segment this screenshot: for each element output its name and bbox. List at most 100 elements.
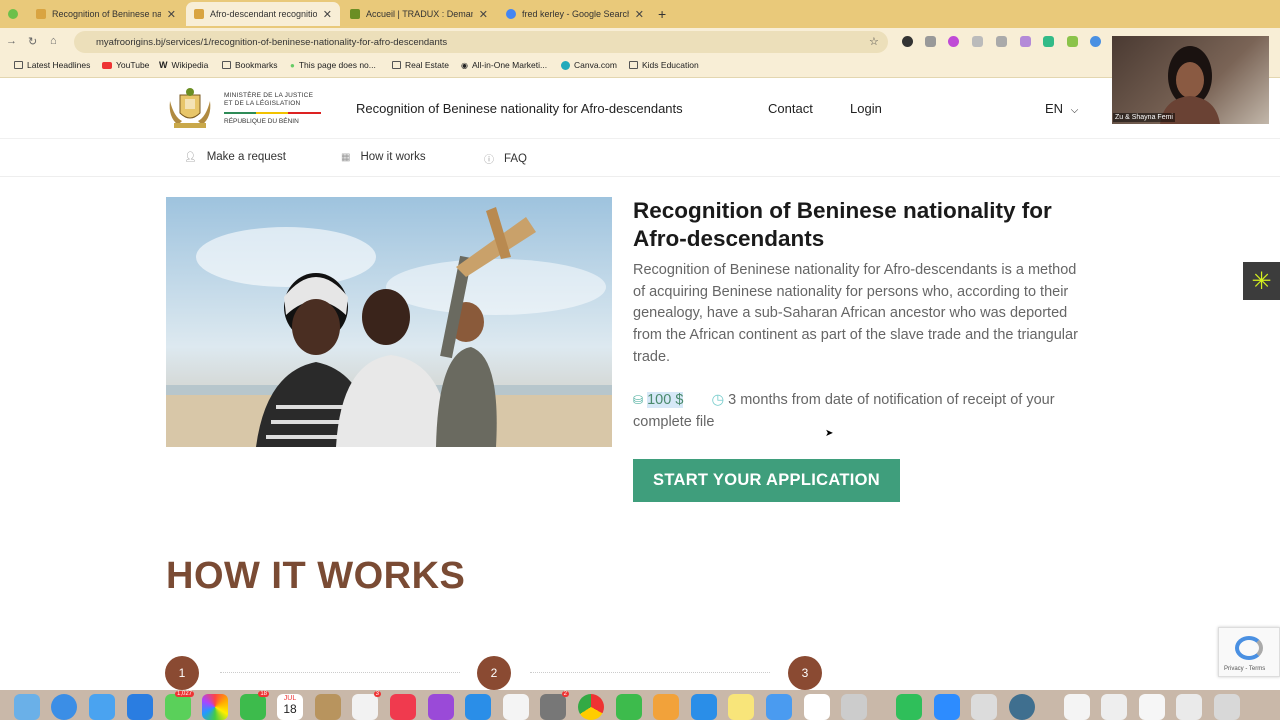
music-icon[interactable] (390, 694, 416, 720)
tab-label: fred kerley - Google Search (522, 9, 629, 19)
subnav-make-request[interactable]: 👤︎ Make a request (184, 151, 286, 163)
keynote-icon[interactable] (465, 694, 491, 720)
extension-icon[interactable] (925, 36, 936, 47)
tab-favicon-icon (350, 9, 360, 19)
extension-icon[interactable] (1043, 36, 1054, 47)
address-bar[interactable]: myafroorigins.bj/services/1/recognition-… (74, 31, 888, 53)
chevron-down-icon: ⌵ (1070, 105, 1079, 116)
bookmark-item[interactable]: YouTube (102, 60, 149, 70)
page-icon: ◉ (461, 60, 468, 70)
calendar-icon[interactable]: JUL 18 (277, 694, 303, 720)
launchpad-icon[interactable] (14, 694, 40, 720)
extension-icon[interactable] (1067, 36, 1078, 47)
bookmark-item[interactable]: Kids Education (629, 60, 699, 70)
benin-crest-logo[interactable] (166, 87, 214, 131)
service-description: Recognition of Beninese nationality for … (633, 262, 1078, 365)
bookmark-item[interactable]: Real Estate (392, 60, 449, 70)
app-icon[interactable] (841, 694, 867, 720)
trash-icon[interactable] (1214, 694, 1240, 720)
video-call-thumbnail[interactable] (1112, 36, 1269, 124)
podcasts-icon[interactable] (428, 694, 454, 720)
start-application-button[interactable]: START YOUR APPLICATION (633, 459, 900, 502)
bookmark-item[interactable]: ◉ All-in-One Marketi... (461, 60, 547, 70)
folder-icon (14, 61, 23, 69)
info-icon: ⓘ (484, 155, 494, 166)
step-connector (530, 672, 770, 673)
extension-icon[interactable] (948, 36, 959, 47)
bookmark-item[interactable]: Canva.com (561, 60, 617, 70)
appstore-icon[interactable] (127, 694, 153, 720)
preview-icon[interactable] (971, 694, 997, 720)
tab-favicon-icon (36, 9, 46, 19)
bookmark-label: This page does no... (298, 60, 376, 70)
document-icon[interactable] (1176, 694, 1202, 720)
bookmark-label: Kids Education (642, 60, 699, 70)
nav-login-link[interactable]: Login (850, 101, 882, 116)
bookmark-item[interactable]: ● This page does no... (290, 60, 376, 70)
bookmark-label: Wikipedia (171, 60, 209, 70)
language-label: EN (1045, 101, 1064, 116)
tab-close-icon[interactable]: ✕ (635, 8, 644, 21)
back-icon[interactable]: → (6, 35, 17, 47)
badge-count: 3 (373, 691, 381, 697)
tab-close-icon[interactable]: ✕ (167, 8, 176, 21)
extension-icon[interactable] (972, 36, 983, 47)
messages-icon[interactable]: 1,027 (165, 691, 194, 720)
tab-close-icon[interactable]: ✕ (479, 8, 488, 21)
extension-icon[interactable] (996, 36, 1007, 47)
bookmark-item[interactable]: Latest Headlines (14, 60, 90, 70)
tab-4[interactable]: fred kerley - Google Search ✕ (498, 2, 652, 26)
mail-icon[interactable] (89, 694, 115, 720)
app-icon[interactable] (804, 694, 830, 720)
finder-icon[interactable] (315, 694, 341, 720)
home-icon[interactable]: ⌂ (50, 35, 57, 47)
whatsapp-icon[interactable] (896, 694, 922, 720)
bookmark-label: Canva.com (574, 60, 617, 70)
xcode-icon[interactable] (691, 694, 717, 720)
bookmark-item[interactable]: W Wikipedia (159, 60, 208, 70)
safari-icon[interactable] (51, 694, 77, 720)
settings-icon[interactable]: 2 (540, 691, 569, 720)
numbers-icon[interactable] (616, 694, 642, 720)
bookmark-label: All-in-One Marketi... (471, 60, 548, 70)
subnav-faq[interactable]: ⓘ FAQ (484, 151, 527, 167)
zoom-icon[interactable] (934, 694, 960, 720)
notes-icon[interactable] (728, 694, 754, 720)
tab-3[interactable]: Accueil | TRADUX : Demande ✕ (342, 2, 496, 26)
service-price: 100 $ (647, 392, 684, 408)
pages-icon[interactable] (653, 694, 679, 720)
republic-name: RÉPUBLIQUE DU BÉNIN (224, 118, 299, 125)
document-icon[interactable] (1101, 694, 1127, 720)
recaptcha-badge[interactable]: Privacy - Terms (1218, 627, 1280, 677)
bookmark-item[interactable]: Bookmarks (222, 60, 278, 70)
recaptcha-terms: Privacy - Terms (1224, 666, 1266, 672)
reload-icon[interactable]: ↻ (28, 35, 37, 48)
extension-icon[interactable] (1090, 36, 1101, 47)
bookmark-star-icon[interactable]: ☆ (869, 35, 879, 48)
tab-close-icon[interactable]: ✕ (323, 8, 332, 21)
nav-service-link[interactable]: Recognition of Beninese nationality for … (356, 101, 683, 116)
facetime-icon[interactable]: 18 (240, 691, 269, 720)
extension-icon[interactable] (1020, 36, 1031, 47)
news-icon[interactable] (503, 694, 529, 720)
window-close-button[interactable] (8, 9, 18, 19)
photos-icon[interactable] (202, 694, 228, 720)
chrome-icon[interactable] (578, 694, 604, 720)
testflight-icon[interactable] (766, 694, 792, 720)
new-tab-icon[interactable]: + (658, 6, 666, 22)
tab-1[interactable]: Recognition of Beninese nati ✕ (28, 2, 184, 26)
document-icon[interactable] (1064, 694, 1090, 720)
document-icon[interactable] (1139, 694, 1165, 720)
subnav-how-it-works[interactable]: ▦ How it works (341, 151, 426, 163)
sub-navigation: 👤︎ Make a request ▦ How it works ⓘ FAQ (0, 140, 1280, 177)
extension-icon[interactable] (902, 36, 913, 47)
tab-label: Accueil | TRADUX : Demande (366, 9, 473, 19)
service-duration: 3 months from date of notification of re… (633, 392, 1055, 430)
language-selector[interactable]: EN ⌵ (1045, 101, 1078, 116)
nav-contact-link[interactable]: Contact (768, 101, 813, 116)
app-icon[interactable] (1009, 694, 1035, 720)
page-title: Recognition of Beninese nationality for … (633, 198, 1052, 251)
accessibility-widget-icon[interactable]: ✳ (1243, 262, 1280, 300)
tab-2-active[interactable]: Afro-descendant recognition ✕ (186, 2, 340, 26)
reminders-icon[interactable]: 3 (352, 691, 381, 720)
